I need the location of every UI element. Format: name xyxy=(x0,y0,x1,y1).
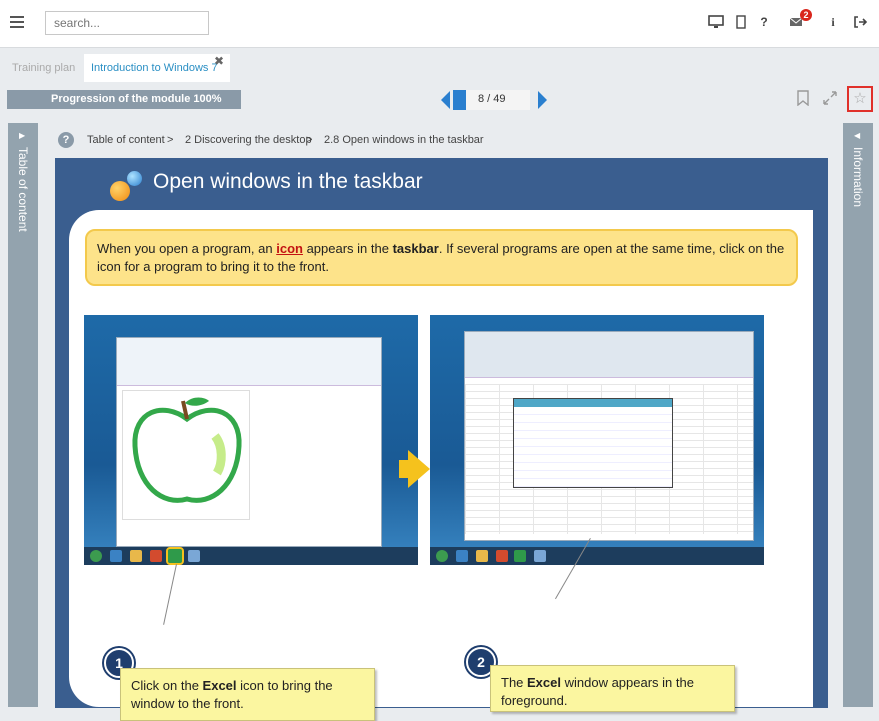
table-of-content-panel[interactable]: ▶ Table of content xyxy=(8,123,38,707)
keyword-icon-link[interactable]: icon xyxy=(276,241,303,256)
table-of-content-label: Table of content xyxy=(16,147,30,232)
paint-ribbon xyxy=(117,338,381,386)
excel-taskbar-icon xyxy=(166,547,184,565)
module-toolbar: Progression of the module 100% 8 / 49 ☆ xyxy=(0,82,879,116)
tablet-icon[interactable] xyxy=(733,14,749,30)
step-1-callout: Click on the Excel icon to bring the win… xyxy=(120,668,375,721)
step-2-callout: The Excel window appears in the foregrou… xyxy=(490,665,735,712)
excel-taskbar-icon xyxy=(514,550,526,562)
paint-canvas xyxy=(122,390,250,520)
page-indicator[interactable]: 8 / 49 xyxy=(453,90,530,110)
notification-badge: 2 xyxy=(800,9,812,21)
taskbar xyxy=(430,547,764,565)
next-page-icon[interactable] xyxy=(538,91,547,109)
note-text: When you open a program, an xyxy=(97,241,277,256)
info-note: When you open a program, an icon appears… xyxy=(85,229,798,286)
folder-icon xyxy=(130,550,142,562)
close-tab-icon[interactable]: ✖ xyxy=(214,54,224,68)
paint-window xyxy=(116,337,382,547)
tab-training-plan[interactable]: Training plan xyxy=(12,62,75,74)
help-icon[interactable]: ? xyxy=(58,132,74,148)
callout-text: The xyxy=(501,675,528,690)
top-bar: ? 2 i xyxy=(0,0,879,48)
tab-label: Introduction to Windows 7 xyxy=(91,62,218,74)
note-text: appears in the xyxy=(302,241,393,256)
logout-icon[interactable] xyxy=(852,14,868,30)
search-input[interactable] xyxy=(45,11,209,35)
start-button-icon xyxy=(90,550,102,562)
keyword-excel: Excel xyxy=(527,675,561,690)
module-progress-bar: Progression of the module 100% xyxy=(7,90,241,109)
breadcrumb-item[interactable]: 2 Discovering the desktop xyxy=(185,134,312,146)
callout-text: Click on the xyxy=(131,678,203,693)
media-icon xyxy=(150,550,162,562)
callout-leader-line xyxy=(163,564,177,625)
breadcrumb-separator: > xyxy=(306,134,313,146)
menu-icon[interactable] xyxy=(10,13,24,33)
excel-table xyxy=(513,398,673,488)
taskbar xyxy=(84,547,418,565)
excel-table-header xyxy=(514,399,672,407)
transition-arrow-icon xyxy=(408,450,430,488)
keyword-excel: Excel xyxy=(202,678,237,693)
orange-orb-icon xyxy=(110,181,130,201)
keyword-taskbar: taskbar xyxy=(392,241,439,256)
page-number: 8 / 49 xyxy=(478,93,506,105)
favorite-star-icon[interactable]: ☆ xyxy=(847,86,873,112)
fullscreen-icon[interactable] xyxy=(820,90,840,110)
tab-bar: Training plan Introduction to Windows 7 … xyxy=(0,48,879,82)
excel-screenshot xyxy=(430,315,764,565)
info-icon[interactable]: i xyxy=(825,14,841,30)
excel-window xyxy=(464,331,754,541)
lesson-title: Open windows in the taskbar xyxy=(153,170,423,193)
media-icon xyxy=(496,550,508,562)
information-panel[interactable]: ◀ Information xyxy=(843,123,873,707)
information-label: Information xyxy=(851,147,865,208)
paint-taskbar-icon xyxy=(534,550,546,562)
expand-arrow-icon[interactable]: ▶ xyxy=(19,131,25,140)
start-button-icon xyxy=(436,550,448,562)
breadcrumb-item: 2.8 Open windows in the taskbar xyxy=(324,134,484,146)
help-icon[interactable]: ? xyxy=(756,14,772,30)
excel-ribbon xyxy=(465,332,753,378)
previous-page-icon[interactable] xyxy=(441,91,450,109)
blue-orb-icon xyxy=(127,171,142,186)
breadcrumb-separator: > xyxy=(167,134,174,146)
breadcrumb-item[interactable]: Table of content xyxy=(87,134,165,146)
page-position-fill xyxy=(453,90,466,110)
ie-icon xyxy=(110,550,122,562)
apple-drawing xyxy=(132,397,242,503)
monitor-icon[interactable] xyxy=(708,14,724,30)
ie-icon xyxy=(456,550,468,562)
bookmark-icon[interactable] xyxy=(793,90,813,110)
lesson-card: When you open a program, an icon appears… xyxy=(69,210,813,721)
expand-arrow-icon[interactable]: ◀ xyxy=(854,131,860,140)
tab-introduction-to-windows-7[interactable]: Introduction to Windows 7 ✖ xyxy=(84,54,230,82)
paint-screenshot xyxy=(84,315,418,565)
lesson-content: Open windows in the taskbar When you ope… xyxy=(55,158,828,721)
paint-taskbar-icon xyxy=(188,550,200,562)
folder-icon xyxy=(476,550,488,562)
